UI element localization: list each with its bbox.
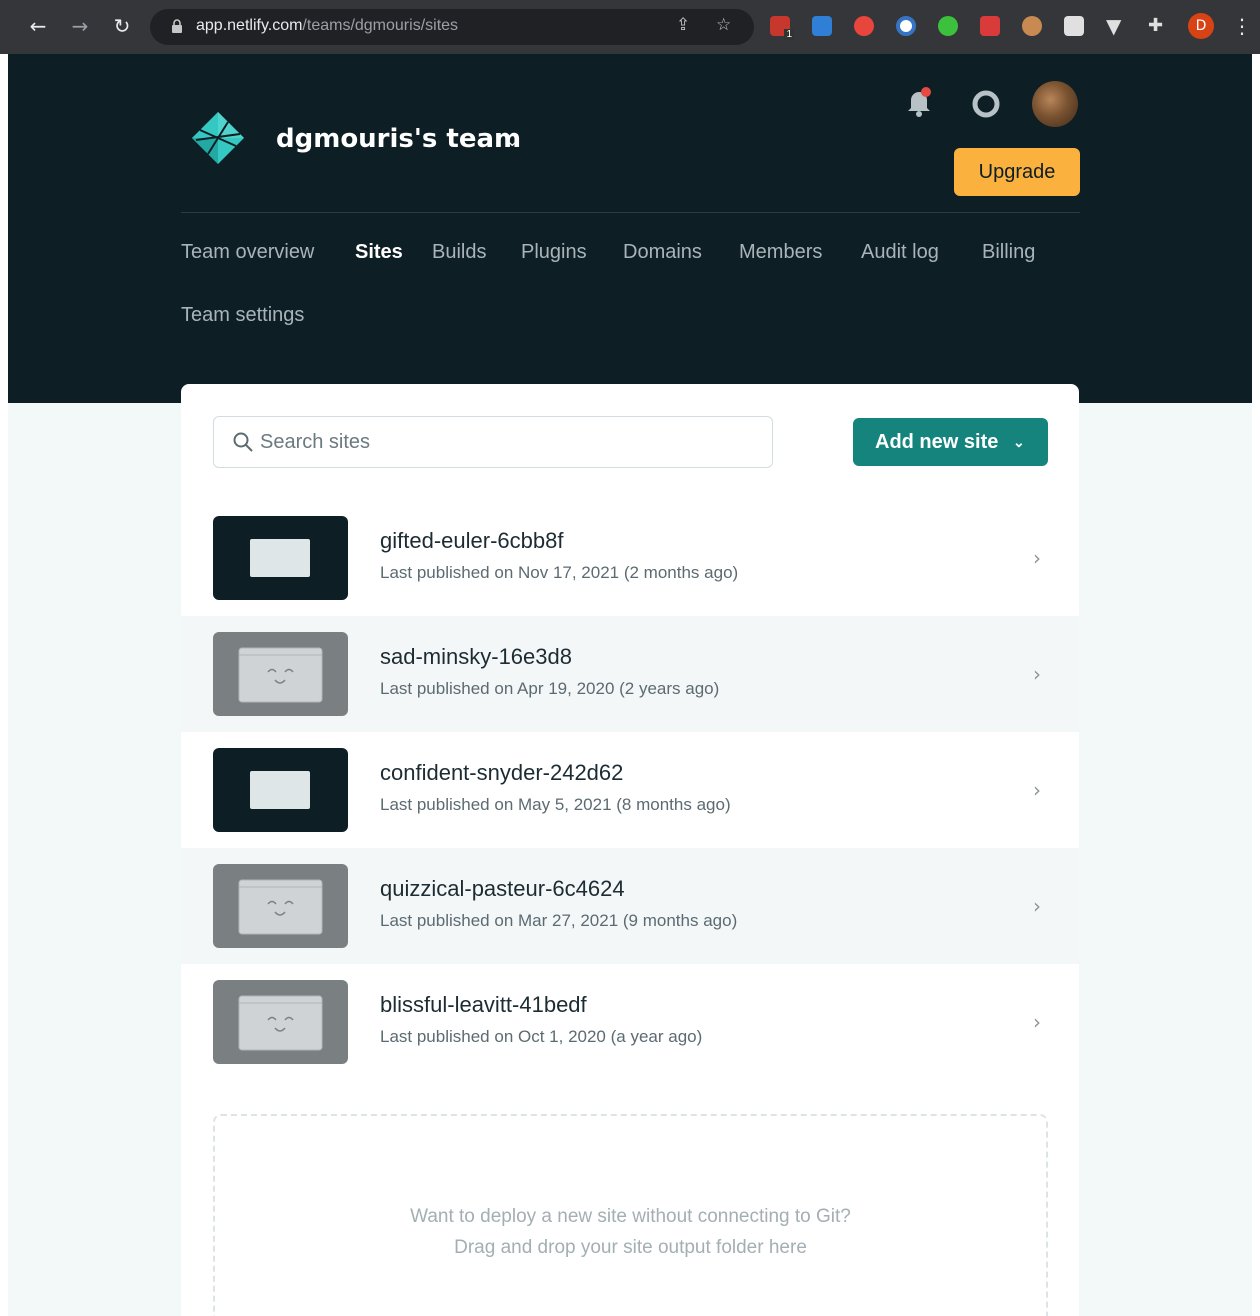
- site-thumbnail: [213, 516, 348, 600]
- notifications-bell-icon[interactable]: [905, 86, 933, 118]
- nav-billing[interactable]: Billing: [982, 241, 1035, 264]
- extension-video-icon[interactable]: [980, 16, 1000, 36]
- drag-drop-deploy-zone[interactable]: Want to deploy a new site without connec…: [213, 1114, 1048, 1316]
- site-name[interactable]: quizzical-pasteur-6c4624: [380, 876, 625, 902]
- extension-power-icon[interactable]: [938, 16, 958, 36]
- browser-toolbar: ← → ↻ app.netlify.com/teams/dgmouris/sit…: [0, 0, 1260, 54]
- extension-shield-icon[interactable]: [1064, 16, 1084, 36]
- dropzone-text: Want to deploy a new site without connec…: [410, 1206, 851, 1227]
- nav-team-settings[interactable]: Team settings: [181, 304, 304, 327]
- address-bar[interactable]: app.netlify.com/teams/dgmouris/sites ⇪ ☆: [150, 9, 754, 45]
- chevron-right-icon: ›: [1033, 1010, 1041, 1034]
- team-switcher[interactable]: dgmouris's team: [276, 124, 521, 154]
- profile-avatar[interactable]: D: [1188, 13, 1214, 39]
- extension-block-icon[interactable]: [896, 16, 916, 36]
- chevron-right-icon: ›: [1033, 778, 1041, 802]
- chevron-down-icon: ⌄: [1013, 434, 1025, 450]
- bookmark-star-icon[interactable]: ☆: [716, 15, 731, 35]
- nav-builds[interactable]: Builds: [432, 241, 486, 264]
- site-published: Last published on Oct 1, 2020 (a year ag…: [380, 1027, 703, 1046]
- extension-monkey-icon[interactable]: [1022, 16, 1042, 36]
- site-row[interactable]: blissful-leavitt-41bedf Last published o…: [181, 964, 1079, 1080]
- header-divider: [181, 212, 1080, 213]
- extension-v-icon[interactable]: ▼: [1106, 16, 1126, 36]
- url-text: app.netlify.com/teams/dgmouris/sites: [196, 17, 459, 34]
- site-row[interactable]: sad-minsky-16e3d8 Last published on Apr …: [181, 616, 1079, 732]
- site-placeholder-thumbnail: [213, 864, 348, 948]
- search-input[interactable]: [260, 427, 740, 457]
- site-name[interactable]: blissful-leavitt-41bedf: [380, 992, 587, 1018]
- browser-menu-icon[interactable]: ⋮: [1232, 12, 1252, 40]
- back-icon[interactable]: ←: [24, 12, 52, 40]
- site-published: Last published on Apr 19, 2020 (2 years …: [380, 679, 720, 698]
- lock-icon: [172, 19, 182, 33]
- user-avatar[interactable]: [1032, 81, 1078, 127]
- nav-audit-log[interactable]: Audit log: [861, 241, 939, 264]
- upgrade-button[interactable]: Upgrade: [954, 148, 1080, 196]
- share-icon[interactable]: ⇪: [676, 15, 690, 35]
- site-row[interactable]: quizzical-pasteur-6c4624 Last published …: [181, 848, 1079, 964]
- extension-todo-icon[interactable]: 1: [770, 16, 794, 40]
- extension-translate-icon[interactable]: [812, 16, 832, 36]
- site-thumbnail: [213, 748, 348, 832]
- site-published: Last published on May 5, 2021 (8 months …: [380, 795, 731, 814]
- site-row[interactable]: confident-snyder-242d62 Last published o…: [181, 732, 1079, 848]
- search-icon: [233, 432, 253, 452]
- site-placeholder-thumbnail: [213, 632, 348, 716]
- add-new-site-label: Add new site: [875, 431, 999, 453]
- nav-domains[interactable]: Domains: [623, 241, 702, 264]
- site-name[interactable]: gifted-euler-6cbb8f: [380, 528, 563, 554]
- site-published: Last published on Nov 17, 2021 (2 months…: [380, 563, 739, 582]
- site-name[interactable]: confident-snyder-242d62: [380, 760, 623, 786]
- nav-plugins[interactable]: Plugins: [521, 241, 587, 264]
- page-edge-left: [0, 54, 8, 1316]
- nav-members[interactable]: Members: [739, 241, 822, 264]
- help-lifebuoy-icon[interactable]: [972, 90, 1000, 118]
- reload-icon[interactable]: ↻: [108, 12, 136, 40]
- chevron-right-icon: ›: [1033, 894, 1041, 918]
- dropzone-text: Drag and drop your site output folder he…: [454, 1237, 807, 1258]
- nav-team-overview[interactable]: Team overview: [181, 241, 314, 264]
- chevron-right-icon: ›: [1033, 546, 1041, 570]
- site-name[interactable]: sad-minsky-16e3d8: [380, 644, 572, 670]
- forward-icon[interactable]: →: [66, 12, 94, 40]
- page-edge-right: [1252, 54, 1260, 1316]
- netlify-logo-icon: [192, 112, 244, 164]
- extensions-puzzle-icon[interactable]: ✚: [1148, 16, 1168, 36]
- site-row[interactable]: gifted-euler-6cbb8f Last published on No…: [181, 500, 1079, 616]
- chevron-right-icon: ›: [1033, 662, 1041, 686]
- chevron-down-icon[interactable]: ⌄: [506, 132, 519, 150]
- nav-sites[interactable]: Sites: [355, 241, 403, 264]
- add-new-site-button[interactable]: Add new site ⌄: [853, 418, 1048, 466]
- site-placeholder-thumbnail: [213, 980, 348, 1064]
- site-published: Last published on Mar 27, 2021 (9 months…: [380, 911, 738, 930]
- adblock-icon[interactable]: [854, 16, 874, 36]
- search-sites-field[interactable]: [213, 416, 773, 468]
